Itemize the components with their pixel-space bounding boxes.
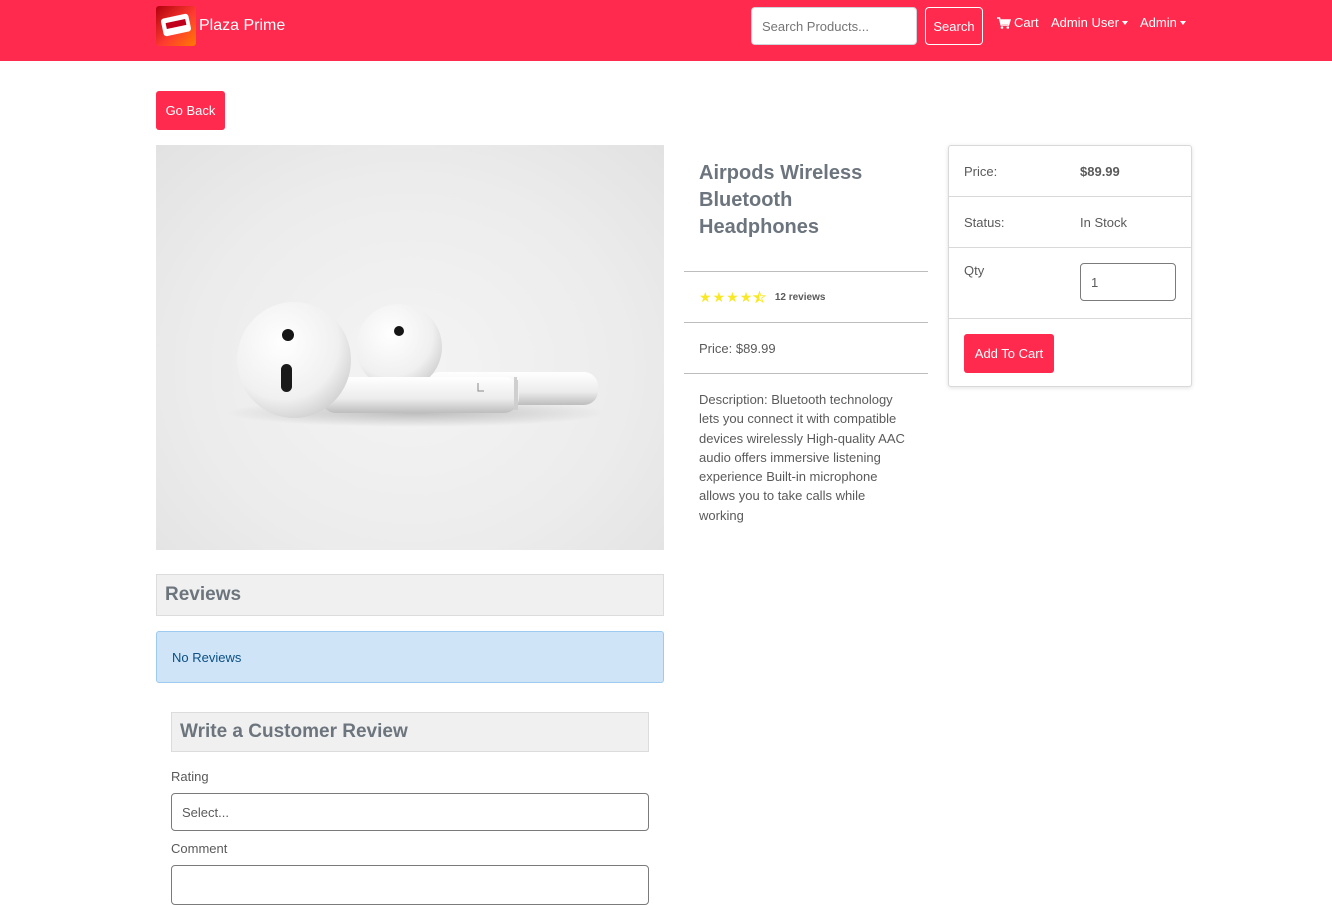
caret-down-icon [1179,20,1186,25]
qty-select[interactable]: 1 [1080,263,1176,301]
user-menu-label: Admin User [1051,15,1119,30]
user-menu-dropdown[interactable]: Admin User [1051,15,1128,30]
brand-link[interactable]: Plaza Prime [156,6,285,46]
search-input[interactable] [751,7,917,45]
go-back-button[interactable]: Go Back [156,91,225,130]
cart-link[interactable]: Cart [997,15,1039,30]
brand-name: Plaza Prime [199,17,286,34]
search-button[interactable]: Search [925,7,983,45]
status-value: In Stock [1080,214,1127,230]
star-full-icon: ★ [739,288,753,305]
purchase-card: Price: $89.99 Status: In Stock Qty 1 Add… [948,145,1192,387]
price-label: Price: [964,163,998,179]
card-qty-row: Qty 1 [949,248,1191,319]
rating-select-value: Select... [182,804,229,820]
admin-menu-dropdown[interactable]: Admin [1140,15,1186,30]
star-full-icon: ★ [726,288,739,305]
rating-label: Rating [171,769,209,784]
rating-select[interactable]: Select... [171,793,649,831]
cart-label: Cart [1014,15,1039,30]
reviews-heading: Reviews [156,574,664,616]
rating-row: ★ ★ ★ ★ ★ 12 reviews [684,272,928,323]
product-image [156,145,664,550]
cart-icon [997,16,1011,29]
comment-textarea[interactable] [171,865,649,905]
product-info: Airpods Wireless Bluetooth Headphones ★ … [684,145,928,541]
card-status-row: Status: In Stock [949,197,1191,248]
product-title: Airpods Wireless Bluetooth Headphones [684,145,928,272]
qty-label: Qty [964,263,985,278]
no-reviews-alert: No Reviews [156,631,664,683]
airpods-image [226,302,606,427]
star-half-icon: ★ [753,288,766,305]
brand-logo [156,6,196,46]
qty-value: 1 [1091,274,1099,290]
add-to-cart-button[interactable]: Add To Cart [964,334,1054,373]
card-cart-row: Add To Cart [949,319,1191,388]
star-rating: ★ ★ ★ ★ ★ [699,288,767,306]
card-price-row: Price: $89.99 [949,146,1191,197]
admin-menu-label: Admin [1140,15,1177,30]
product-description: Description: Bluetooth technology lets y… [699,392,905,523]
caret-down-icon [1121,20,1128,25]
navbar: Plaza Prime Search Cart Admin User Admin [0,0,1332,61]
comment-label: Comment [171,841,228,856]
write-review-heading: Write a Customer Review [171,712,649,752]
status-label: Status: [964,214,1005,230]
price-value: $89.99 [1080,163,1120,179]
reviews-count: 12 reviews [774,291,826,303]
star-full-icon: ★ [699,288,712,305]
star-full-icon: ★ [712,288,726,305]
product-price: Price: $89.99 [684,323,928,374]
